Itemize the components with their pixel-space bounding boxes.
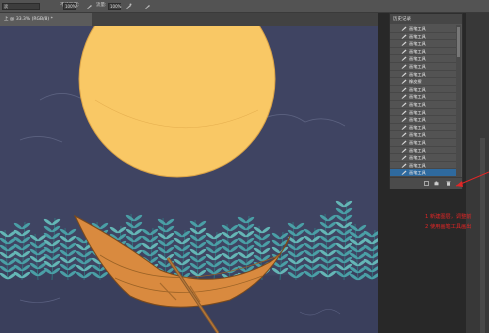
options-bar: 滨 不透明度: 100% 流量: 100% [0,0,489,13]
history-item-label: 画笔工具 [409,26,426,31]
brush-icon [401,155,407,160]
document-tab[interactable]: 上 @ 33.3% (RGB/8) * [0,13,92,26]
history-item[interactable]: 画笔工具 [390,116,456,124]
history-list: 画笔工具 画笔工具 画笔工具 画笔工具 画笔工具 画笔工具 画笔工具 橡皮擦 画笔工具 画笔工具画… [390,25,456,177]
history-item-label: 画笔工具 [409,132,426,138]
history-panel-header[interactable]: 历史记录 [390,14,462,24]
history-item-label: 画笔工具 [409,41,426,47]
history-item[interactable]: 画笔工具 [390,86,456,94]
brush-icon [401,102,407,107]
brush-icon [401,140,407,145]
flow-label: 流量: [96,3,107,8]
history-panel-title: 历史记录 [393,17,411,22]
history-item[interactable]: 画笔工具 [390,71,456,79]
history-item[interactable]: 画笔工具 [390,93,456,101]
brush-icon [401,94,407,100]
brush-icon [401,41,407,46]
brush-icon [401,56,407,62]
mode-select[interactable]: 滨 [2,3,40,10]
brush-icon [401,132,407,138]
opacity-input[interactable]: 100% [63,3,76,10]
canvas[interactable] [0,26,378,333]
history-item-label: 画笔工具 [409,94,426,100]
new-document-from-state-icon[interactable] [424,181,429,186]
right-dock [466,13,489,333]
history-item[interactable]: 画笔工具 [390,131,456,139]
history-item[interactable]: 画笔工具 [390,162,456,170]
history-item[interactable]: 画笔工具 [390,109,456,117]
pressure-opacity-icon[interactable] [86,3,93,10]
history-item-label: 画笔工具 [409,56,426,62]
airbrush-icon[interactable] [125,3,132,10]
history-item[interactable]: 画笔工具 [390,40,456,48]
history-item[interactable]: 画笔工具 [390,169,456,177]
brush-icon [401,26,407,31]
history-scrollbar[interactable] [456,25,461,177]
brush-icon [401,64,407,69]
document-tab-title: 上 @ 33.3% (RGB/8) * [4,17,53,22]
history-scroll-thumb[interactable] [457,27,460,57]
history-item-label: 画笔工具 [409,63,426,69]
brush-icon [401,110,407,115]
history-item[interactable]: 画笔工具 [390,63,456,71]
history-item[interactable]: 画笔工具 [390,139,456,147]
brush-icon [401,148,407,153]
brush-icon [401,79,407,84]
history-item-label: 橡皮擦 [409,79,422,85]
history-panel: 历史记录 画笔工具 画笔工具 画笔工具 画笔工具 画笔工具 画笔工具 画笔工具 橡皮擦 画笔工具… [389,13,463,189]
history-item[interactable]: 画笔工具 [390,55,456,63]
history-item-label: 画笔工具 [409,117,426,123]
history-item-label: 画笔工具 [409,170,426,176]
history-item-label: 画笔工具 [409,101,426,107]
history-item[interactable]: 画笔工具 [390,25,456,33]
document-tab-bar: 上 @ 33.3% (RGB/8) * [0,13,378,26]
history-item[interactable]: 画笔工具 [390,33,456,41]
history-item[interactable]: 画笔工具 [390,124,456,132]
annotation-line-1: 1 新建图层，调整前 [425,214,472,220]
brush-icon [401,72,407,77]
brush-icon [401,34,407,39]
history-item[interactable]: 画笔工具 [390,154,456,162]
history-panel-footer [390,177,462,189]
history-item-label: 画笔工具 [409,124,426,130]
history-item[interactable]: 画笔工具 [390,147,456,155]
brush-icon [401,163,407,168]
brush-icon [401,87,407,92]
history-item-label: 画笔工具 [409,48,426,54]
brush-icon [401,49,407,54]
brush-icon [401,117,407,122]
pressure-size-icon[interactable] [144,3,151,10]
history-item-label: 画笔工具 [409,162,426,168]
illustration [0,26,378,333]
history-item-label: 画笔工具 [409,109,426,115]
history-item-label: 画笔工具 [409,33,426,39]
camera-icon[interactable] [434,181,439,186]
trash-icon[interactable] [446,181,451,186]
annotation-line-2: 2 使用画笔工具画出 [425,224,472,230]
history-item[interactable]: 画笔工具 [390,48,456,56]
history-item-label: 画笔工具 [409,147,426,153]
flow-input[interactable]: 100% [108,3,121,10]
history-item[interactable]: 画笔工具 [390,101,456,109]
history-item[interactable]: 橡皮擦 [390,78,456,86]
history-item-label: 画笔工具 [409,71,426,77]
brush-icon [401,125,407,130]
right-dock-scrollbar[interactable] [480,138,485,333]
history-item-label: 画笔工具 [409,139,426,145]
history-item-label: 画笔工具 [409,155,426,161]
brush-icon [401,170,407,176]
history-item-label: 画笔工具 [409,86,426,92]
